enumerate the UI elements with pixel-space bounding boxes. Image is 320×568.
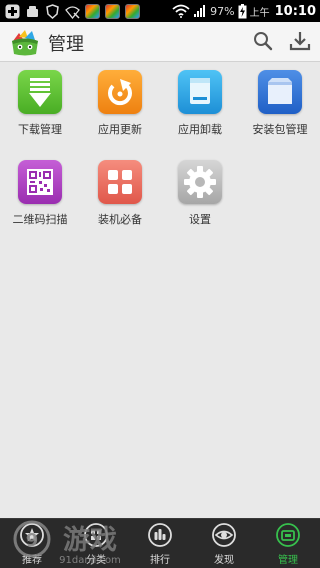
tab-recommend[interactable]: 推荐 xyxy=(0,519,64,568)
tile-label: 应用更新 xyxy=(98,123,142,136)
manage-icon xyxy=(276,523,300,547)
recommend-icon xyxy=(20,523,44,547)
discover-eye-icon xyxy=(212,523,236,547)
status-bar: 97% 上午 10:10 xyxy=(0,0,320,22)
shield-notification-icon xyxy=(44,3,60,19)
tab-label: 排行 xyxy=(150,555,170,566)
tab-category[interactable]: 分类 xyxy=(64,519,128,568)
bottom-tab-bar: 推荐 分类 排行 发现 管理 xyxy=(0,518,320,568)
page-title: 管理 xyxy=(48,34,84,55)
settings-tile[interactable]: 设置 xyxy=(160,160,240,246)
tab-label: 分类 xyxy=(86,555,106,566)
tile-label: 二维码扫描 xyxy=(12,213,68,226)
signal-icon xyxy=(194,5,206,17)
package-manager-icon xyxy=(258,70,302,114)
app-thumbnail-icon xyxy=(124,3,140,19)
app-thumbnail-icon xyxy=(104,3,120,19)
essentials-icon xyxy=(98,160,142,204)
app-uninstall-icon xyxy=(178,70,222,114)
plus-notification-icon xyxy=(4,3,20,19)
am-pm-indicator: 上午 xyxy=(249,7,270,19)
search-icon[interactable] xyxy=(252,30,274,52)
clock: 10:10 xyxy=(274,3,316,19)
settings-gear-icon xyxy=(178,160,222,204)
tab-label: 推荐 xyxy=(22,555,42,566)
wifi-icon xyxy=(172,4,190,18)
header-bar: 管理 xyxy=(0,22,320,62)
tab-label: 发现 xyxy=(214,555,234,566)
tile-label: 设置 xyxy=(189,213,211,226)
app-logo-icon xyxy=(12,30,38,56)
tab-manage[interactable]: 管理 xyxy=(256,519,320,568)
download-manager-icon xyxy=(18,70,62,114)
app-thumbnail-icon xyxy=(84,3,100,19)
qr-scan-tile[interactable]: 二维码扫描 xyxy=(0,160,80,246)
tile-label: 应用卸载 xyxy=(178,123,222,136)
tile-label: 下载管理 xyxy=(18,123,62,136)
tile-label: 安装包管理 xyxy=(252,123,308,136)
download-manager-tile[interactable]: 下载管理 xyxy=(0,70,80,156)
tab-discover[interactable]: 发现 xyxy=(192,519,256,568)
notification-icons xyxy=(4,3,140,19)
status-indicators: 97% 上午 10:10 xyxy=(172,2,316,20)
essentials-tile[interactable]: 装机必备 xyxy=(80,160,160,246)
no-signal-notification-icon xyxy=(64,3,80,19)
download-icon[interactable] xyxy=(289,30,311,52)
battery-charging-icon xyxy=(238,3,247,18)
app-update-icon xyxy=(98,70,142,114)
tile-label: 装机必备 xyxy=(98,213,142,226)
battery-percent: 97% xyxy=(210,4,235,18)
app-notification-icon xyxy=(24,3,40,19)
tab-ranking[interactable]: 排行 xyxy=(128,519,192,568)
app-update-tile[interactable]: 应用更新 xyxy=(80,70,160,156)
category-icon xyxy=(84,523,108,547)
tab-label: 管理 xyxy=(278,555,298,566)
ranking-icon xyxy=(148,523,172,547)
package-manager-tile[interactable]: 安装包管理 xyxy=(240,70,320,156)
qr-scan-icon xyxy=(18,160,62,204)
app-uninstall-tile[interactable]: 应用卸载 xyxy=(160,70,240,156)
